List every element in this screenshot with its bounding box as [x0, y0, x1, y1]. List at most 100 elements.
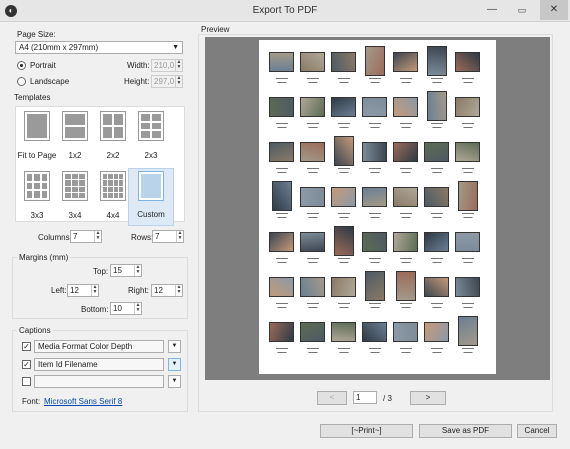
caption-1-field[interactable]: Media Format Color Depth — [34, 340, 164, 353]
rows-label: Rows: — [131, 233, 154, 242]
preview-thumbnail-caption: ▬▬▬▬ ▬▬▬ — [369, 76, 381, 84]
width-value: 210,0 — [154, 61, 175, 70]
preview-thumbnail — [424, 277, 449, 297]
caption-2-checkbox[interactable]: ✓ — [22, 360, 31, 369]
close-button[interactable]: ✕ — [540, 0, 568, 20]
preview-thumbnail — [455, 52, 480, 72]
preview-thumbnail — [300, 97, 325, 117]
left-input[interactable]: 12 ▲ ▼ — [67, 284, 99, 297]
width-input[interactable]: 210,0 ▲ ▼ — [151, 59, 183, 72]
preview-thumbnail — [300, 142, 325, 162]
preview-thumbnail — [362, 142, 387, 162]
preview-thumbnail — [272, 181, 292, 211]
bottom-input[interactable]: 10 ▲ ▼ — [110, 302, 142, 315]
spin-arrows-icon: ▲ ▼ — [176, 230, 183, 242]
preview-thumbnail — [393, 97, 418, 117]
preview-thumbnail — [393, 52, 418, 72]
columns-value: 7 — [73, 232, 78, 241]
preview-thumbnail-caption: ▬▬▬▬ ▬▬▬ — [400, 76, 412, 84]
caption-3-field[interactable] — [34, 375, 164, 388]
rows-input[interactable]: 7 ▲ ▼ — [152, 230, 184, 243]
preview-thumbnail — [458, 181, 478, 211]
preview-thumbnail-caption: ▬▬▬▬ ▬▬▬ — [338, 76, 350, 84]
prev-page-button[interactable]: < — [317, 391, 347, 405]
print-button[interactable]: [~Print~] — [320, 424, 413, 438]
spin-arrows-icon: ▲ ▼ — [134, 264, 141, 276]
preview-thumbnail-caption: ▬▬▬▬ ▬▬▬ — [307, 121, 319, 129]
bottom-label: Bottom: — [81, 305, 109, 314]
caption-1-checkbox[interactable]: ✓ — [22, 342, 31, 351]
page-number-input[interactable]: 1 — [353, 391, 377, 404]
preview-thumbnail-caption: ▬▬▬▬ ▬▬▬ — [462, 346, 474, 354]
preview-thumbnail-caption: ▬▬▬▬ ▬▬▬ — [338, 256, 350, 264]
preview-thumbnail — [331, 187, 356, 207]
preview-thumbnail — [269, 232, 294, 252]
preview-thumbnail — [424, 142, 449, 162]
right-label: Right: — [128, 286, 149, 295]
preview-thumbnail — [362, 187, 387, 207]
preview-thumbnail-caption: ▬▬▬▬ ▬▬▬ — [307, 301, 319, 309]
preview-thumbnail — [427, 46, 447, 76]
preview-thumbnail-caption: ▬▬▬▬ ▬▬▬ — [369, 256, 381, 264]
preview-thumbnail-caption: ▬▬▬▬ ▬▬▬ — [307, 166, 319, 174]
preview-page: ▬▬▬▬ ▬▬▬ ▬▬▬▬ ▬▬▬ ▬▬▬▬ ▬▬▬ ▬▬▬▬ ▬▬▬ ▬▬▬▬ ▬▬▬ ▬▬▬▬ ▬… — [259, 40, 496, 374]
left-value: 12 — [70, 286, 79, 295]
font-link[interactable]: Microsoft Sans Serif 8 — [44, 397, 122, 406]
preview-thumbnail-caption: ▬▬▬▬ ▬▬▬ — [369, 121, 381, 129]
top-label: Top: — [93, 267, 109, 276]
caption-3-checkbox[interactable] — [22, 377, 31, 386]
spin-arrows-icon: ▲ ▼ — [175, 59, 182, 71]
template-label: 2x3 — [144, 151, 158, 160]
template-4x4-icon — [100, 171, 126, 201]
preview-thumbnail-caption: ▬▬▬▬ ▬▬▬ — [338, 121, 350, 129]
preview-thumbnail-caption: ▬▬▬▬ ▬▬▬ — [276, 166, 288, 174]
preview-thumbnail-caption: ▬▬▬▬ ▬▬▬ — [400, 301, 412, 309]
preview-thumbnail — [269, 142, 294, 162]
height-input[interactable]: 297,0 ▲ ▼ — [151, 75, 183, 88]
page-size-label: Page Size: — [17, 30, 56, 39]
chevron-down-icon[interactable]: ▼ — [168, 340, 181, 353]
landscape-radio[interactable] — [17, 77, 26, 86]
page-size-select[interactable]: A4 (210mm x 297mm) ▼ — [15, 41, 183, 54]
preview-thumbnail-caption: ▬▬▬▬ ▬▬▬ — [307, 256, 319, 264]
spin-arrows-icon: ▲ ▼ — [175, 284, 182, 296]
spin-arrows-icon: ▲ ▼ — [175, 75, 182, 87]
preview-thumbnail-caption: ▬▬▬▬ ▬▬▬ — [338, 211, 350, 219]
rows-value: 7 — [155, 232, 160, 241]
preview-thumbnail — [300, 232, 325, 252]
preview-thumbnail-caption: ▬▬▬▬ ▬▬▬ — [400, 346, 412, 354]
template-2x3[interactable]: 2x3 — [128, 108, 174, 166]
preview-thumbnail-caption: ▬▬▬▬ ▬▬▬ — [276, 346, 288, 354]
maximize-button[interactable]: ▭ — [508, 0, 536, 20]
preview-thumbnail-caption: ▬▬▬▬ ▬▬▬ — [462, 211, 474, 219]
chevron-down-icon[interactable]: ▼ — [168, 375, 181, 388]
preview-thumbnail — [362, 322, 387, 342]
top-input[interactable]: 15 ▲ ▼ — [110, 264, 142, 277]
preview-thumbnail — [331, 52, 356, 72]
preview-thumbnail — [331, 322, 356, 342]
minimize-button[interactable]: — — [478, 0, 506, 20]
font-label: Font: — [22, 397, 41, 406]
preview-thumbnail-caption: ▬▬▬▬ ▬▬▬ — [276, 121, 288, 129]
preview-thumbnail — [334, 136, 354, 166]
preview-thumbnail — [393, 187, 418, 207]
preview-thumbnail-caption: ▬▬▬▬ ▬▬▬ — [276, 301, 288, 309]
preview-thumbnail-caption: ▬▬▬▬ ▬▬▬ — [462, 166, 474, 174]
caption-2-field[interactable]: Item Id Filename — [34, 358, 164, 371]
preview-thumbnail — [269, 322, 294, 342]
preview-thumbnail — [427, 91, 447, 121]
cancel-button[interactable]: Cancel — [517, 424, 557, 438]
preview-thumbnail — [455, 277, 480, 297]
columns-input[interactable]: 7 ▲ ▼ — [70, 230, 102, 243]
template-3x4-icon — [62, 171, 88, 201]
template-custom[interactable]: Custom — [128, 168, 174, 226]
next-page-button[interactable]: > — [410, 391, 446, 405]
save-pdf-button[interactable]: Save as PDF — [419, 424, 512, 438]
portrait-radio[interactable] — [17, 61, 26, 70]
right-input[interactable]: 12 ▲ ▼ — [151, 284, 183, 297]
chevron-down-icon[interactable]: ▼ — [168, 358, 181, 371]
preview-thumbnail-caption: ▬▬▬▬ ▬▬▬ — [338, 346, 350, 354]
preview-thumbnail-caption: ▬▬▬▬ ▬▬▬ — [400, 166, 412, 174]
template-custom-icon — [138, 171, 164, 201]
landscape-label: Landscape — [30, 77, 70, 86]
